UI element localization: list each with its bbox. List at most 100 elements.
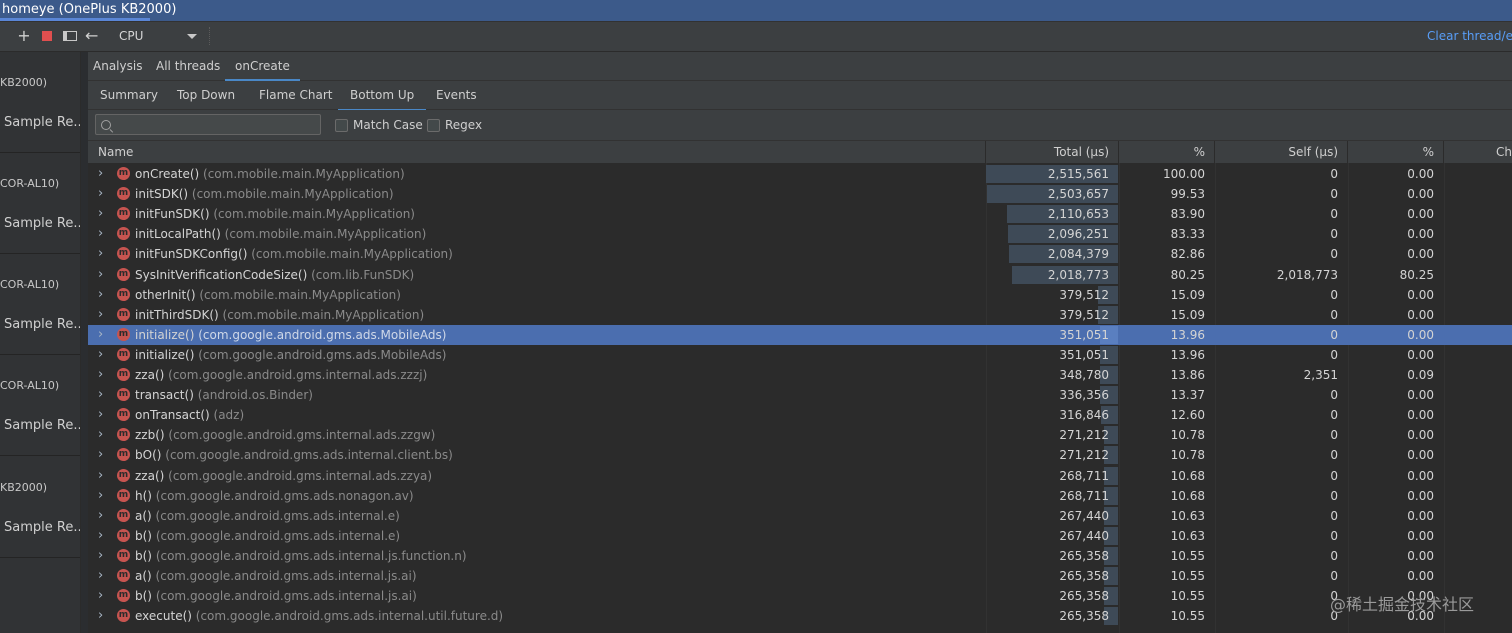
tab-events[interactable]: Events (436, 88, 477, 102)
tab-analysis[interactable]: Analysis (93, 59, 142, 73)
table-row[interactable]: › m bO() (com.google.android.gms.ads.inter… (88, 445, 1512, 465)
method-name: b() (com.google.android.gms.ads.internal… (135, 586, 417, 606)
tab-oncreate[interactable]: onCreate (225, 59, 300, 81)
chevron-right-icon[interactable]: › (98, 224, 103, 244)
total-cell: 2,515,561 (1047, 167, 1109, 181)
chevron-right-icon[interactable]: › (98, 425, 103, 445)
chevron-right-icon[interactable]: › (98, 385, 103, 405)
match-case-checkbox[interactable] (335, 119, 348, 132)
table-row[interactable]: › m zza() (com.google.android.gms.internal… (88, 365, 1512, 385)
table-row[interactable]: › m initFunSDKConfig() (com.mobile.main.My… (88, 244, 1512, 264)
self-cell: 0 (1330, 307, 1338, 322)
table-row[interactable]: › m h() (com.google.android.gms.ads.nonago… (88, 486, 1512, 506)
chevron-right-icon[interactable]: › (98, 265, 103, 285)
self-pct-cell: 0.00 (1407, 287, 1434, 302)
col-self-pct-header[interactable]: % (1348, 141, 1444, 163)
watermark: @稀土掘金技术社区 (1330, 595, 1475, 614)
self-pct-cell: 0.00 (1407, 548, 1434, 563)
col-self-header[interactable]: Self (μs) (1215, 141, 1348, 163)
session-item[interactable]: COR-AL10) Sample Re... (0, 153, 80, 254)
tab-summary[interactable]: Summary (100, 88, 158, 102)
chevron-right-icon[interactable]: › (98, 405, 103, 425)
package-name: (adz) (213, 408, 245, 423)
method-icon: m (117, 347, 130, 361)
chevron-right-icon[interactable]: › (98, 204, 103, 224)
total-pct-cell: 10.63 (1170, 528, 1205, 543)
chevron-right-icon[interactable]: › (98, 486, 103, 506)
table-row[interactable]: › m onTransact() (adz) 316,846 12.60 0 0.00 (88, 405, 1512, 425)
self-cell: 0 (1330, 187, 1338, 202)
table-row[interactable]: › m b() (com.google.android.gms.ads.intern… (88, 586, 1512, 606)
table-row[interactable]: › m a() (com.google.android.gms.ads.intern… (88, 566, 1512, 586)
col-total-header[interactable]: Total (μs) (986, 141, 1119, 163)
col-name-header[interactable]: Name (88, 141, 986, 163)
session-item[interactable]: COR-AL10) Sample Re... (0, 355, 80, 456)
col-children-header[interactable]: Ch (1444, 141, 1512, 163)
chevron-right-icon[interactable]: › (98, 244, 103, 264)
method-name: b() (com.google.android.gms.ads.internal… (135, 546, 467, 566)
chevron-right-icon[interactable]: › (98, 566, 103, 586)
tab-top-down[interactable]: Top Down (177, 88, 235, 102)
package-name: (com.google.android.gms.ads.internal.js.… (155, 548, 467, 563)
table-row[interactable]: › m SysInitVerificationCodeSize() (com.lib… (88, 265, 1512, 285)
total-cell: 267,440 (1059, 508, 1109, 523)
table-row[interactable]: › m initialize() (com.google.android.gms.a… (88, 345, 1512, 365)
session-item[interactable]: COR-AL10) Sample Re... (0, 254, 80, 355)
stop-icon[interactable] (40, 28, 56, 44)
total-cell: 351,051 (1059, 327, 1109, 342)
plus-icon[interactable]: + (16, 28, 32, 44)
session-label: Sample Re... (4, 115, 81, 130)
table-row[interactable]: › m zza() (com.google.android.gms.internal… (88, 466, 1512, 486)
chevron-right-icon[interactable]: › (98, 305, 103, 325)
clear-thread-link[interactable]: Clear thread/ev (1427, 29, 1512, 43)
table-row[interactable]: › m initThirdSDK() (com.mobile.main.MyAppl… (88, 305, 1512, 325)
self-cell: 0 (1330, 428, 1338, 443)
chevron-right-icon[interactable]: › (98, 365, 103, 385)
chevron-right-icon[interactable]: › (98, 345, 103, 365)
cpu-dropdown[interactable]: CPU (111, 26, 203, 46)
total-pct-cell: 10.55 (1170, 609, 1205, 624)
chevron-right-icon[interactable]: › (98, 285, 103, 305)
table-row[interactable]: › m b() (com.google.android.gms.ads.intern… (88, 526, 1512, 546)
back-arrow-icon[interactable]: ← (85, 28, 101, 44)
chevron-right-icon[interactable]: › (98, 506, 103, 526)
table-row[interactable]: › m zzb() (com.google.android.gms.internal… (88, 425, 1512, 445)
chevron-right-icon[interactable]: › (98, 546, 103, 566)
table-row[interactable]: › m otherInit() (com.mobile.main.MyApplica… (88, 285, 1512, 305)
chevron-right-icon[interactable]: › (98, 445, 103, 465)
col-total-pct-header[interactable]: % (1119, 141, 1215, 163)
regex-checkbox[interactable] (427, 119, 440, 132)
table-row[interactable]: › m initialize() (com.google.android.gms.a… (88, 324, 1512, 345)
total-cell: 268,711 (1059, 488, 1109, 503)
method-name: onTransact() (adz) (135, 405, 244, 425)
session-label: Sample Re... (4, 418, 81, 433)
chevron-right-icon[interactable]: › (98, 164, 103, 184)
search-input[interactable] (95, 114, 321, 135)
chevron-right-icon[interactable]: › (98, 526, 103, 546)
table-row[interactable]: › m initSDK() (com.mobile.main.MyApplicati… (88, 184, 1512, 204)
chevron-right-icon[interactable]: › (98, 586, 103, 606)
method-name: zza() (com.google.android.gms.internal.a… (135, 365, 427, 385)
self-pct-cell: 0.00 (1407, 488, 1434, 503)
table-row[interactable]: › m transact() (android.os.Binder) 336,356 1… (88, 385, 1512, 405)
chevron-right-icon[interactable]: › (98, 184, 103, 204)
tab-bottom-up[interactable]: Bottom Up (337, 88, 427, 112)
table-row[interactable]: › m a() (com.google.android.gms.ads.intern… (88, 506, 1512, 526)
chevron-right-icon[interactable]: › (98, 606, 103, 626)
table-row[interactable]: › m initFunSDK() (com.mobile.main.MyApplic… (88, 204, 1512, 224)
table-row[interactable]: › m execute() (com.google.android.gms.ads.… (88, 606, 1512, 626)
tab-all-threads[interactable]: All threads (156, 59, 220, 73)
table-row[interactable]: › m initLocalPath() (com.mobile.main.MyApp… (88, 224, 1512, 244)
table-row[interactable]: › m b() (com.google.android.gms.ads.intern… (88, 546, 1512, 566)
chevron-right-icon[interactable]: › (98, 466, 103, 486)
panel-toggle-icon[interactable] (62, 28, 78, 44)
function-name: zzb() (135, 428, 165, 443)
function-name: onTransact() (135, 408, 210, 423)
chevron-right-icon[interactable]: › (98, 325, 103, 345)
table-row[interactable]: › m onCreate() (com.mobile.main.MyApplicat… (88, 164, 1512, 184)
session-item[interactable]: KB2000) Sample Re... (0, 457, 80, 558)
session-item[interactable]: KB2000) Sample Re... (0, 52, 80, 153)
total-cell: 379,512 (1059, 287, 1109, 302)
self-cell: 0 (1330, 347, 1338, 362)
tab-flame-chart[interactable]: Flame Chart (259, 88, 332, 102)
